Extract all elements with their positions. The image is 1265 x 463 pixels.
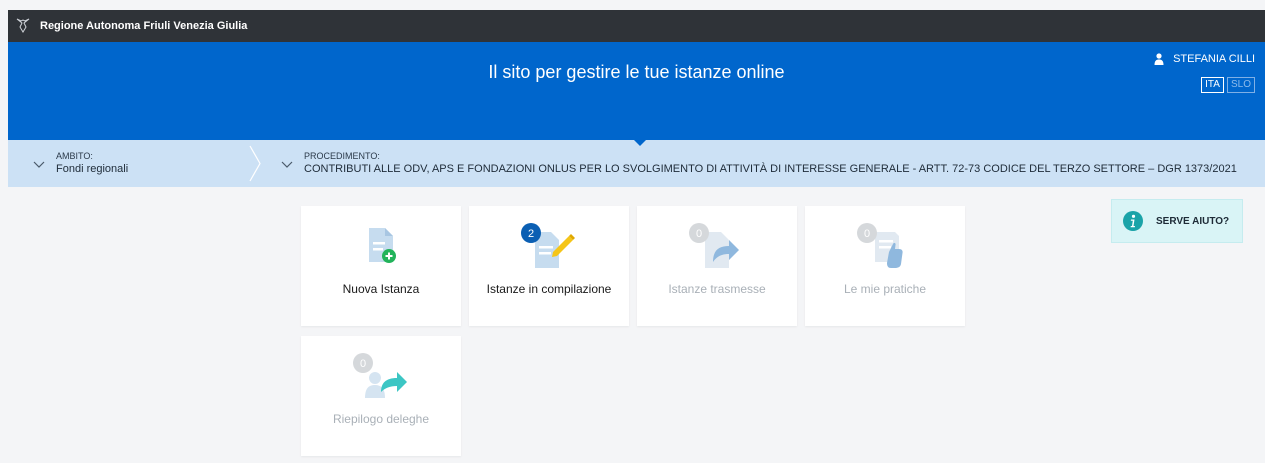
language-switch: ITA SLO <box>1201 77 1255 93</box>
top-bar: Regione Autonoma Friuli Venezia Giulia <box>8 10 1265 42</box>
tile-le-mie-pratiche[interactable]: 0 Le mie pratiche <box>805 206 965 326</box>
breadcrumb-separator-icon <box>249 145 261 182</box>
info-icon <box>1123 211 1143 231</box>
ambito-value: Fondi regionali <box>56 163 129 175</box>
user-icon <box>1154 53 1164 65</box>
site-title: Il sito per gestire le tue istanze onlin… <box>488 62 785 82</box>
lang-slo-button[interactable]: SLO <box>1226 77 1255 93</box>
region-name[interactable]: Regione Autonoma Friuli Venezia Giulia <box>40 20 247 32</box>
procedimento-selector[interactable]: PROCEDIMENTO: CONTRIBUTI ALLE ODV, APS E… <box>280 140 1237 187</box>
header-notch <box>626 132 654 146</box>
tile-nuova-istanza[interactable]: Nuova Istanza <box>301 206 461 326</box>
send-document-icon: 0 <box>637 222 797 272</box>
lang-ita-button[interactable]: ITA <box>1201 77 1224 93</box>
tile-badge: 0 <box>360 358 366 370</box>
region-logo-icon <box>16 18 30 33</box>
chevron-down-icon <box>33 161 45 168</box>
tile-riepilogo-deleghe[interactable]: 0 Riepilogo deleghe <box>301 336 461 456</box>
ambito-label: AMBITO: <box>56 151 93 161</box>
tile-label: Nuova Istanza <box>342 282 420 296</box>
tile-badge: 0 <box>696 228 702 240</box>
tile-label: Le mie pratiche <box>843 282 927 296</box>
tile-istanze-trasmesse[interactable]: 0 Istanze trasmesse <box>637 206 797 326</box>
help-label: SERVE AIUTO? <box>1156 215 1230 227</box>
edit-document-icon: 2 <box>469 222 629 272</box>
procedimento-value: CONTRIBUTI ALLE ODV, APS E FONDAZIONI ON… <box>304 163 1237 175</box>
tile-istanze-in-compilazione[interactable]: 2 Istanze in compilazione <box>469 206 629 326</box>
help-button[interactable]: SERVE AIUTO? <box>1111 199 1243 243</box>
new-document-icon <box>301 222 461 272</box>
tile-label: Istanze in compilazione <box>486 282 612 296</box>
tile-label: Istanze trasmesse <box>668 282 766 296</box>
user-name: STEFANIA CILLI <box>1173 53 1255 65</box>
delegation-icon: 0 <box>301 352 461 402</box>
hand-document-icon: 0 <box>805 222 965 272</box>
breadcrumb: AMBITO: Fondi regionali PROCEDIMENTO: CO… <box>8 140 1265 187</box>
header: Il sito per gestire le tue istanze onlin… <box>8 42 1265 140</box>
procedimento-label: PROCEDIMENTO: <box>304 151 380 161</box>
chevron-down-icon <box>281 161 293 168</box>
tile-label: Riepilogo deleghe <box>332 412 430 426</box>
ambito-selector[interactable]: AMBITO: Fondi regionali <box>32 140 128 187</box>
tile-badge: 2 <box>528 228 534 240</box>
tile-badge: 0 <box>864 228 870 240</box>
user-menu[interactable]: STEFANIA CILLI <box>1154 53 1255 65</box>
